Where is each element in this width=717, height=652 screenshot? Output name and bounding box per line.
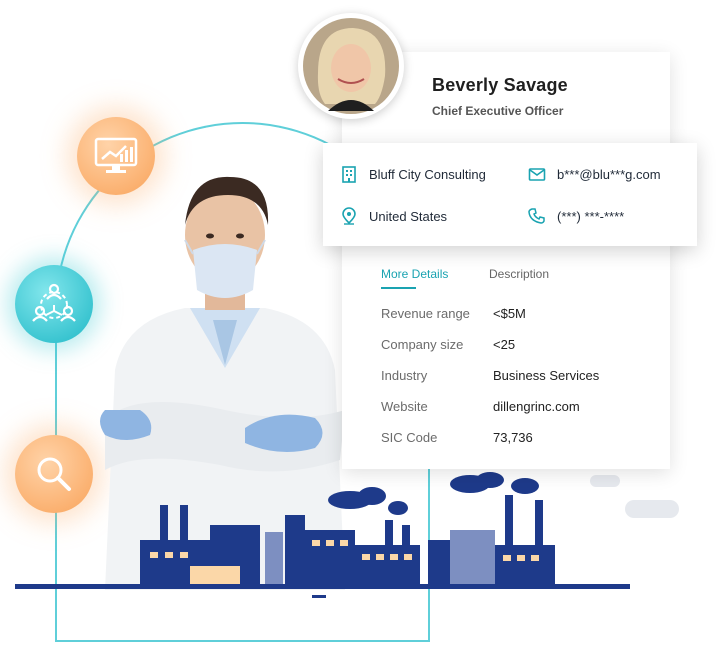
avatar xyxy=(298,13,404,119)
profile-title: Chief Executive Officer xyxy=(432,104,564,118)
tab-more-details[interactable]: More Details xyxy=(381,267,448,281)
detail-label: Company size xyxy=(381,337,464,352)
tab-description[interactable]: Description xyxy=(489,267,549,281)
active-tab-indicator xyxy=(381,287,416,289)
location-pin-icon xyxy=(342,207,356,225)
detail-value: <$5M xyxy=(493,306,526,321)
building-icon xyxy=(342,166,356,183)
detail-value: Business Services xyxy=(493,368,600,383)
detail-value: <25 xyxy=(493,337,516,352)
factory-skyline xyxy=(15,472,630,598)
contact-panel xyxy=(323,143,697,246)
network-users-icon xyxy=(15,265,93,343)
mail-icon xyxy=(528,168,546,181)
phone-value: (***) ***-**** xyxy=(557,208,625,224)
website-link[interactable]: dillengrinc.com xyxy=(493,399,580,414)
detail-label: Revenue range xyxy=(381,306,470,321)
email-item: b***@blu***g.com xyxy=(528,165,661,183)
phone-item: (***) ***-**** xyxy=(528,207,624,225)
location-item: United States xyxy=(340,207,447,225)
phone-icon xyxy=(528,208,545,224)
cloud-decoration xyxy=(625,500,679,518)
location-value: United States xyxy=(369,208,448,224)
detail-label: SIC Code xyxy=(381,430,438,445)
company-item: Bluff City Consulting xyxy=(340,165,486,183)
detail-label: Industry xyxy=(381,368,428,383)
company-name: Bluff City Consulting xyxy=(369,166,486,182)
email-value: b***@blu***g.com xyxy=(557,166,661,182)
cloud-decoration xyxy=(590,475,620,487)
profile-name: Beverly Savage xyxy=(432,75,568,95)
detail-label: Website xyxy=(381,399,428,414)
detail-value: 73,736 xyxy=(493,430,533,445)
